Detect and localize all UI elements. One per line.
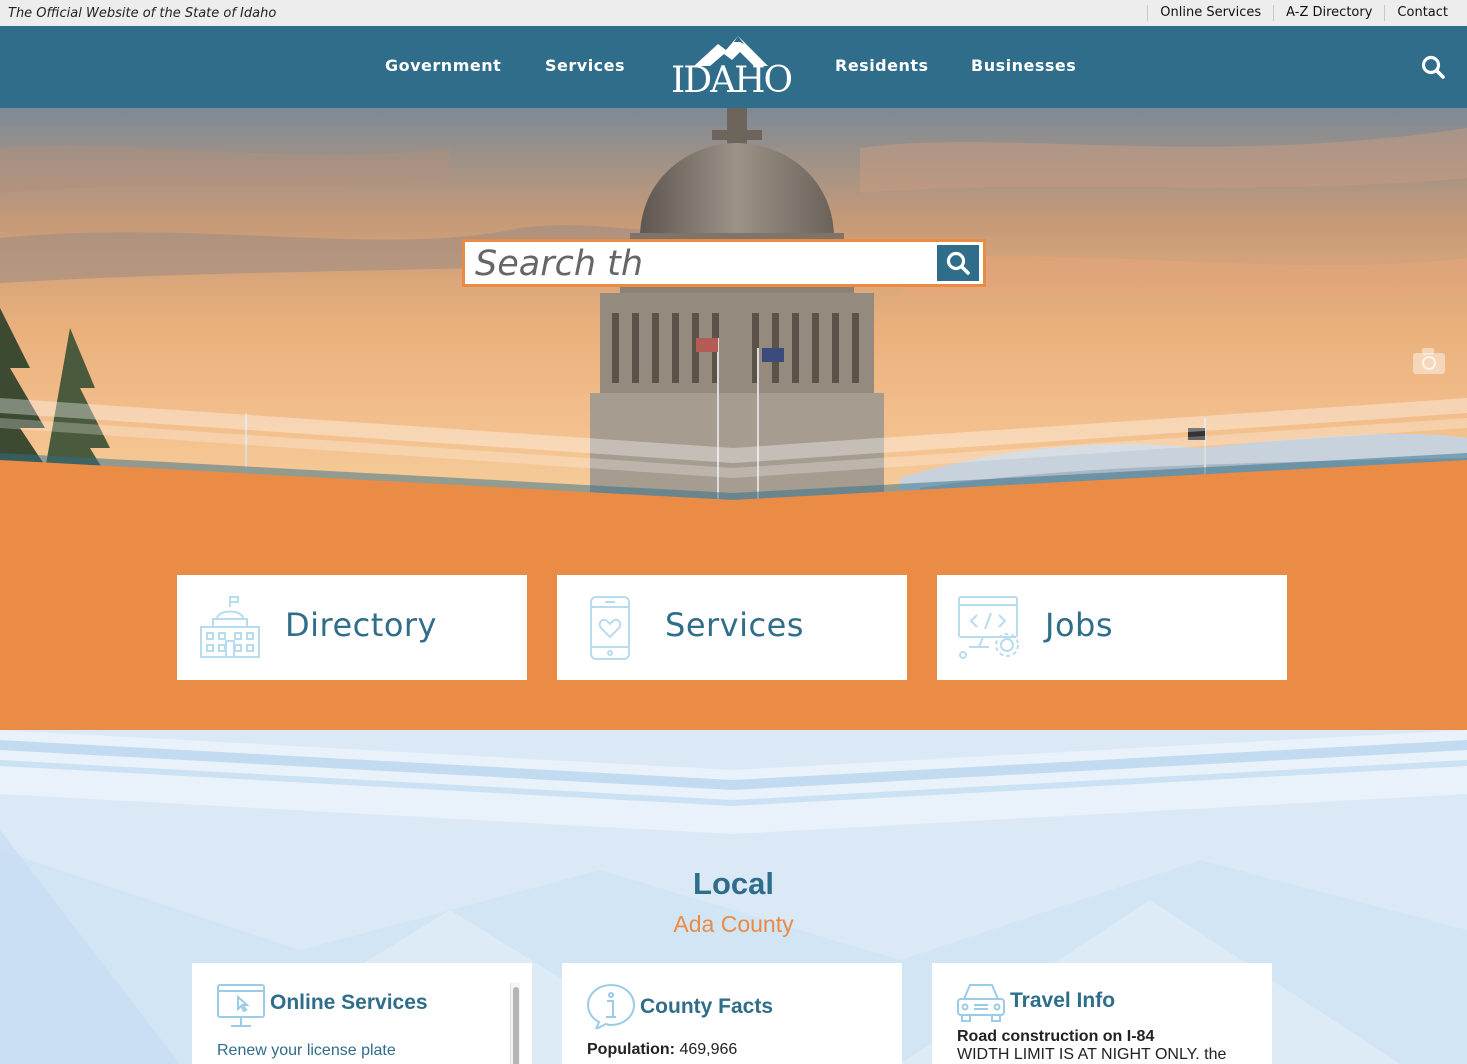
computer-code-gear-icon [958,596,1019,659]
search-submit-button[interactable] [937,245,979,281]
road-construction-detail: WIDTH LIMIT IS AT NIGHT ONLY. the [957,1046,1227,1063]
idaho-wordmark: IDAHO [671,60,793,101]
main-navigation: Government Services IDAHO Residents Busi… [0,26,1467,108]
nav-government[interactable]: Government [385,56,501,75]
scrollbar-thumb[interactable] [513,987,519,1064]
car-icon [957,984,1005,1022]
jobs-tile[interactable]: Jobs [937,575,1287,680]
contact-link[interactable]: Contact [1384,5,1467,21]
nav-businesses[interactable]: Businesses [971,56,1076,75]
hero-image-capitol [0,108,1467,508]
computer-pointer-icon [217,984,265,1027]
jobs-label: Jobs [1045,606,1113,644]
directory-label: Directory [285,606,437,644]
utility-links: Online Services A-Z Directory Contact [1147,0,1467,26]
services-tile[interactable]: Services [557,575,907,680]
local-heading: Local [693,866,774,901]
search-icon [946,251,970,275]
capitol-building-icon [200,596,260,658]
travel-info-title: Travel Info [1010,989,1116,1012]
official-website-tagline: The Official Website of the State of Ida… [8,5,277,21]
directory-tile[interactable]: Directory [177,575,527,680]
online-services-link[interactable]: Online Services [1147,5,1273,21]
search-input[interactable] [475,244,935,284]
travel-info-card: Travel Info Road construction on I-84 WI… [932,963,1272,1064]
nav-residents[interactable]: Residents [835,56,929,75]
population-fact: Population: 469,966 [587,1041,737,1059]
camera-icon[interactable] [1411,346,1447,376]
population-label: Population: [587,1041,675,1058]
county-name: Ada County [673,911,794,937]
county-facts-card: County Facts Population: 469,966 [562,963,902,1064]
smartphone-heart-icon [590,596,630,660]
online-services-card: Online Services Renew your license plate [192,963,532,1064]
nav-services[interactable]: Services [545,56,625,75]
idaho-logo[interactable]: IDAHO [668,32,794,102]
search-icon[interactable] [1420,54,1446,80]
card-scrollbar[interactable] [510,983,520,1064]
population-value: 469,966 [679,1041,738,1058]
a-z-directory-link[interactable]: A-Z Directory [1273,5,1384,21]
county-facts-title: County Facts [640,995,774,1018]
hero-search [462,239,986,287]
services-label: Services [665,606,804,644]
info-bubble-icon [586,983,636,1029]
road-construction-headline[interactable]: Road construction on I-84 [957,1028,1154,1046]
utility-bar: The Official Website of the State of Ida… [0,0,1467,26]
online-services-title: Online Services [270,991,428,1014]
renew-license-plate-link[interactable]: Renew your license plate [217,1042,396,1060]
